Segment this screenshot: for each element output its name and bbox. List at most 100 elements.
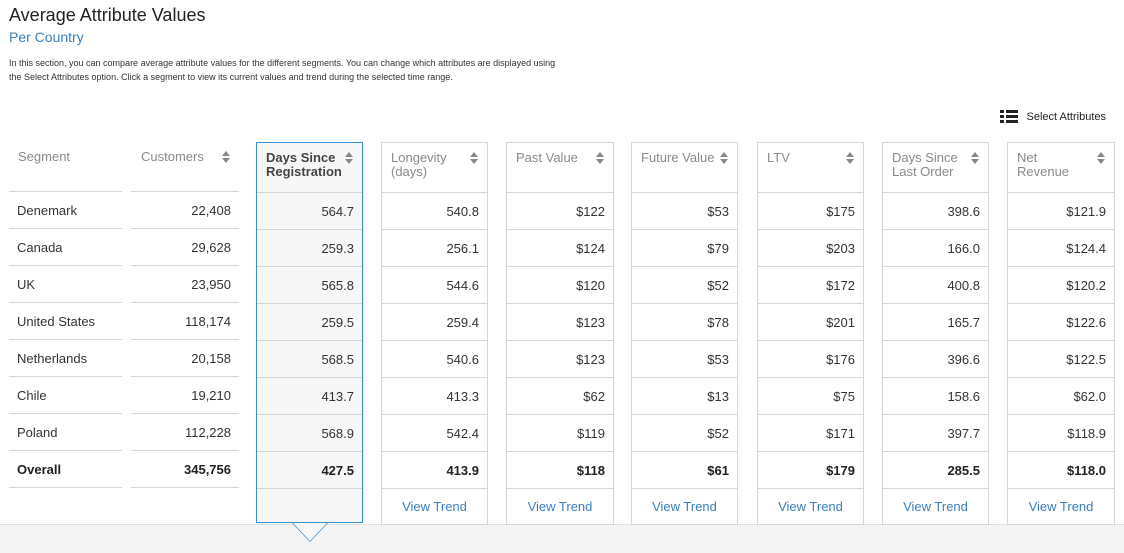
customers-cell: 29,628 [131, 229, 239, 266]
page-subtitle: Per Country [9, 29, 84, 45]
days-since-last-order-header[interactable]: Days Since Last Order [883, 143, 988, 193]
segment-cell[interactable]: Denemark [9, 192, 122, 229]
ltv-cell: $176 [758, 341, 863, 378]
days-since-registration-cell: 568.5 [257, 341, 362, 378]
days-since-last-order-cell: 285.5 [883, 452, 988, 489]
view-trend-link[interactable]: View Trend [758, 489, 863, 524]
net-revenue-cell: $122.6 [1008, 304, 1114, 341]
section-description: In this section, you can compare average… [9, 58, 556, 82]
past-value-cell: $118 [507, 452, 613, 489]
past-value-cell: $119 [507, 415, 613, 452]
segment-cell[interactable]: Poland [9, 414, 122, 451]
days-since-last-order-cell: 397.7 [883, 415, 988, 452]
view-trend-link[interactable]: View Trend [883, 489, 988, 524]
sort-icon[interactable] [846, 152, 854, 165]
longevity-cell: 259.4 [382, 304, 487, 341]
longevity-cell: 256.1 [382, 230, 487, 267]
segment-cell[interactable]: Canada [9, 229, 122, 266]
future-value-cell: $78 [632, 304, 737, 341]
past-value-header[interactable]: Past Value [507, 143, 613, 193]
past-value-cell: $123 [507, 304, 613, 341]
past-value-cell: $123 [507, 341, 613, 378]
page-title: Average Attribute Values [9, 5, 206, 25]
sort-icon[interactable] [222, 151, 230, 164]
net-revenue-cell: $121.9 [1008, 193, 1114, 230]
sort-icon[interactable] [971, 152, 979, 165]
longevity-cell: 413.9 [382, 452, 487, 489]
view-trend-link[interactable]: View Trend [382, 489, 487, 524]
days-since-last-order-cell: 400.8 [883, 267, 988, 304]
days-since-registration-cell: 413.7 [257, 378, 362, 415]
future-value-cell: $61 [632, 452, 737, 489]
segment-cell[interactable]: Chile [9, 377, 122, 414]
longevity-column[interactable]: Longevity (days) 540.8 256.1 544.6 259.4 540… [381, 142, 488, 525]
future-value-cell: $79 [632, 230, 737, 267]
select-attributes-button[interactable]: Select Attributes [999, 110, 1107, 123]
longevity-header[interactable]: Longevity (days) [382, 143, 487, 193]
net-revenue-cell: $122.5 [1008, 341, 1114, 378]
net-revenue-column[interactable]: Net Revenue $121.9 $124.4 $120.2 $122.6 $122… [1007, 142, 1115, 525]
future-value-header[interactable]: Future Value [632, 143, 737, 193]
days-since-registration-cell: 259.5 [257, 304, 362, 341]
ltv-cell: $175 [758, 193, 863, 230]
ltv-cell: $179 [758, 452, 863, 489]
days-since-registration-column[interactable]: Days Since Registration 564.7 259.3 565.8 2… [256, 142, 363, 523]
future-value-cell: $53 [632, 341, 737, 378]
days-since-last-order-cell: 165.7 [883, 304, 988, 341]
customers-cell: 20,158 [131, 340, 239, 377]
net-revenue-cell: $124.4 [1008, 230, 1114, 267]
future-value-cell: $52 [632, 415, 737, 452]
sort-icon[interactable] [1097, 152, 1105, 165]
sort-icon[interactable] [470, 152, 478, 165]
future-value-cell: $52 [632, 267, 737, 304]
ltv-column[interactable]: LTV $175 $203 $172 $201 $176 $75 $171 $179 View… [757, 142, 864, 525]
customers-header[interactable]: Customers [131, 142, 239, 192]
days-since-registration-header[interactable]: Days Since Registration [257, 143, 362, 193]
net-revenue-cell: $62.0 [1008, 378, 1114, 415]
customers-cell: 22,408 [131, 192, 239, 229]
days-since-last-order-column[interactable]: Days Since Last Order 398.6 166.0 400.8 165… [882, 142, 989, 525]
segment-cells: Denemark Canada UK United States Netherlands… [9, 142, 122, 488]
future-value-cell: $13 [632, 378, 737, 415]
past-value-column[interactable]: Past Value $122 $124 $120 $123 $123 $62 $119 $1… [506, 142, 614, 525]
customers-cell: 345,756 [131, 451, 239, 488]
list-icon [999, 110, 1018, 123]
ltv-cell: $171 [758, 415, 863, 452]
sort-icon[interactable] [596, 152, 604, 165]
segment-cell[interactable]: Netherlands [9, 340, 122, 377]
past-value-cell: $62 [507, 378, 613, 415]
customers-cell: 19,210 [131, 377, 239, 414]
days-since-registration-cell: 259.3 [257, 230, 362, 267]
longevity-cell: 542.4 [382, 415, 487, 452]
sort-icon[interactable] [345, 152, 353, 165]
future-value-cell: $53 [632, 193, 737, 230]
segment-cell[interactable]: Overall [9, 451, 122, 488]
segment-cell[interactable]: UK [9, 266, 122, 303]
customers-cell: 118,174 [131, 303, 239, 340]
view-trend-link[interactable]: View Trend [507, 489, 613, 524]
view-trend-link[interactable]: View Trend [1008, 489, 1114, 524]
segment-cell[interactable]: United States [9, 303, 122, 340]
longevity-cell: 413.3 [382, 378, 487, 415]
longevity-cell: 540.8 [382, 193, 487, 230]
net-revenue-cell: $120.2 [1008, 267, 1114, 304]
days-since-last-order-cell: 396.6 [883, 341, 988, 378]
days-since-registration-cell: 565.8 [257, 267, 362, 304]
footer-band [0, 524, 1124, 553]
sort-icon[interactable] [720, 152, 728, 165]
days-since-last-order-cell: 398.6 [883, 193, 988, 230]
longevity-cell: 540.6 [382, 341, 487, 378]
past-value-cell: $122 [507, 193, 613, 230]
view-trend-link[interactable]: View Trend [632, 489, 737, 524]
select-attributes-label: Select Attributes [1026, 110, 1107, 123]
ltv-cell: $75 [758, 378, 863, 415]
days-since-last-order-cell: 166.0 [883, 230, 988, 267]
net-revenue-cell: $118.9 [1008, 415, 1114, 452]
net-revenue-header[interactable]: Net Revenue [1008, 143, 1114, 193]
customers-cell: 112,228 [131, 414, 239, 451]
ltv-header[interactable]: LTV [758, 143, 863, 193]
future-value-column[interactable]: Future Value $53 $79 $52 $78 $53 $13 $52 $61 Vi… [631, 142, 738, 525]
days-since-registration-cell: 568.9 [257, 415, 362, 452]
past-value-cell: $124 [507, 230, 613, 267]
days-since-registration-cell: 427.5 [257, 452, 362, 489]
